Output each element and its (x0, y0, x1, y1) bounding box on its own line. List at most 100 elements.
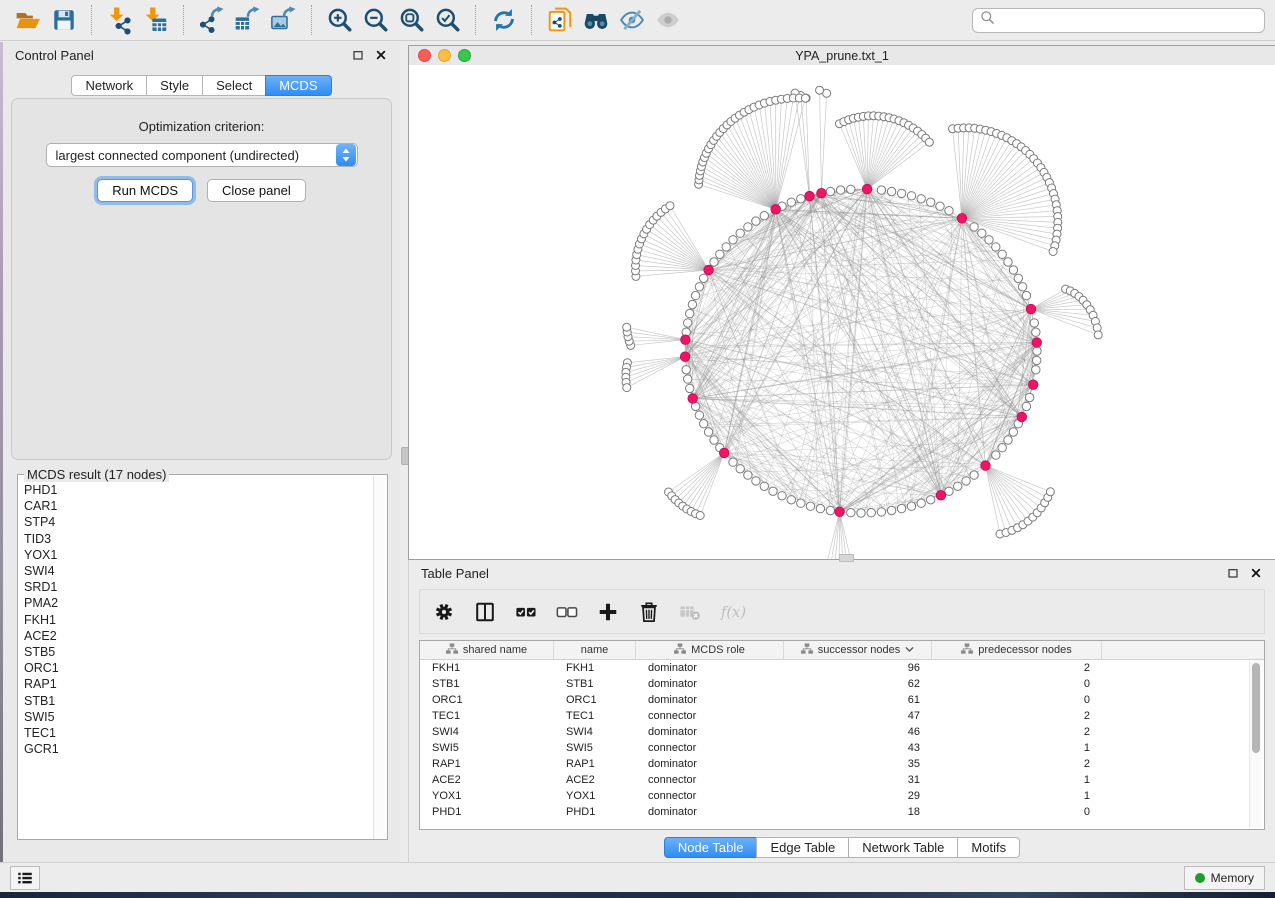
zoom-fit-icon[interactable] (394, 4, 430, 36)
import-network-icon[interactable] (102, 4, 138, 36)
mcds-result-item[interactable]: STP4 (24, 514, 368, 530)
network-window-title: YPA_prune.txt_1 (795, 49, 889, 63)
export-table-icon[interactable] (230, 4, 266, 36)
memory-button[interactable]: Memory (1184, 866, 1265, 890)
cell-predecessor-nodes: 2 (932, 662, 1102, 674)
mcds-result-item[interactable]: TID3 (24, 531, 368, 547)
cell-successor-nodes: 61 (784, 694, 932, 706)
table-row[interactable]: YOX1YOX1connector291 (420, 788, 1264, 804)
mcds-result-item[interactable]: ORC1 (24, 660, 368, 676)
save-icon[interactable] (46, 4, 82, 36)
tab-network-table[interactable]: Network Table (848, 837, 958, 858)
table-row[interactable]: RAP1RAP1dominator352 (420, 756, 1264, 772)
add-column-icon[interactable] (596, 600, 620, 624)
mcds-result-item[interactable]: SWI4 (24, 563, 368, 579)
search-input[interactable] (1000, 12, 1257, 29)
cell-successor-nodes: 31 (784, 774, 932, 786)
table-scrollbar-thumb[interactable] (1252, 663, 1260, 753)
network-canvas[interactable] (409, 65, 1275, 559)
mcds-result-item[interactable]: PHD1 (24, 482, 368, 498)
open-icon[interactable] (10, 4, 46, 36)
mcds-result-item[interactable]: STB1 (24, 693, 368, 709)
find-icon[interactable] (578, 4, 614, 36)
search-box[interactable] (972, 8, 1265, 33)
refresh-layout-icon[interactable] (486, 4, 522, 36)
zoom-in-icon[interactable] (322, 4, 358, 36)
table-row[interactable]: SWI5SWI5connector431 (420, 740, 1264, 756)
mcds-result-item[interactable]: SRD1 (24, 579, 368, 595)
cell-shared-name: SWI5 (420, 742, 554, 754)
node-table: shared namenameMCDS rolesuccessor nodesp… (419, 640, 1265, 830)
window-zoom-button[interactable] (458, 49, 471, 62)
table-row[interactable]: FKH1FKH1dominator962 (420, 660, 1264, 676)
settings-icon[interactable] (432, 600, 456, 624)
tab-motifs[interactable]: Motifs (957, 837, 1020, 858)
tab-select[interactable]: Select (202, 75, 266, 96)
zoom-selected-icon[interactable] (430, 4, 466, 36)
network-window: YPA_prune.txt_1 (408, 45, 1275, 560)
column-header-successor-nodes[interactable]: successor nodes (784, 641, 932, 659)
cell-successor-nodes: 29 (784, 790, 932, 802)
mcds-result-item[interactable]: TEC1 (24, 725, 368, 741)
table-row[interactable]: TEC1TEC1connector472 (420, 708, 1264, 724)
close-panel-button[interactable]: Close panel (207, 179, 306, 202)
column-header-predecessor-nodes[interactable]: predecessor nodes (932, 641, 1102, 659)
run-mcds-button[interactable]: Run MCDS (97, 179, 193, 202)
import-table-icon[interactable] (138, 4, 174, 36)
tab-mcds[interactable]: MCDS (265, 75, 331, 96)
mcds-result-item[interactable]: FKH1 (24, 612, 368, 628)
tab-edge-table[interactable]: Edge Table (756, 837, 849, 858)
optimization-select[interactable]: largest connected component (undirected) (46, 143, 358, 167)
window-minimize-button[interactable] (438, 49, 451, 62)
table-scrollbar[interactable] (1249, 661, 1262, 827)
cell-name: ACE2 (554, 774, 636, 786)
mcds-result-item[interactable]: SWI5 (24, 709, 368, 725)
deselect-all-icon[interactable] (555, 600, 579, 624)
float-panel-icon[interactable] (1226, 566, 1240, 580)
mcds-result-item[interactable]: STB5 (24, 644, 368, 660)
mcds-result-item[interactable]: PMA2 (24, 595, 368, 611)
table-row[interactable]: STB1STB1dominator620 (420, 676, 1264, 692)
vertical-splitter[interactable] (400, 42, 408, 862)
hide-panel-icon[interactable] (614, 4, 650, 36)
task-history-button[interactable] (10, 866, 40, 890)
table-row[interactable]: ACE2ACE2connector311 (420, 772, 1264, 788)
mcds-result-group: MCDS result (17 nodes) PHD1CAR1STP4TID3Y… (17, 467, 388, 840)
column-header-name[interactable]: name (554, 641, 636, 659)
export-network-icon[interactable] (194, 4, 230, 36)
table-row[interactable]: ORC1ORC1dominator610 (420, 692, 1264, 708)
mcds-result-item[interactable]: GCR1 (24, 741, 368, 757)
columns-icon[interactable] (473, 600, 497, 624)
table-row[interactable]: PHD1PHD1dominator180 (420, 804, 1264, 820)
zoom-out-icon[interactable] (358, 4, 394, 36)
select-all-icon[interactable] (514, 600, 538, 624)
delete-column-icon[interactable] (637, 600, 661, 624)
close-panel-icon[interactable] (374, 48, 388, 62)
mcds-result-item[interactable]: CAR1 (24, 498, 368, 514)
memory-status-icon (1195, 873, 1205, 883)
tab-style[interactable]: Style (146, 75, 203, 96)
optimization-label: Optimization criterion: (12, 119, 391, 134)
clone-network-icon[interactable] (542, 4, 578, 36)
control-panel-tabs: NetworkStyleSelectMCDS (3, 75, 400, 96)
cell-name: TEC1 (554, 710, 636, 722)
mcds-result-item[interactable]: RAP1 (24, 676, 368, 692)
column-header-shared-name[interactable]: shared name (420, 641, 554, 659)
network-graph[interactable] (409, 65, 1275, 559)
mcds-result-item[interactable]: YOX1 (24, 547, 368, 563)
cell-MCDS-role: connector (636, 742, 784, 754)
close-panel-icon[interactable] (1249, 566, 1263, 580)
mcds-result-item[interactable]: ACE2 (24, 628, 368, 644)
column-header-MCDS-role[interactable]: MCDS role (636, 641, 784, 659)
tab-network[interactable]: Network (71, 75, 147, 96)
tab-node-table[interactable]: Node Table (664, 837, 758, 858)
float-panel-icon[interactable] (351, 48, 365, 62)
result-list-scrollbar[interactable] (373, 476, 387, 839)
export-image-icon[interactable] (266, 4, 302, 36)
cell-MCDS-role: dominator (636, 726, 784, 738)
cell-MCDS-role: dominator (636, 806, 784, 818)
horizontal-splitter-handle[interactable] (839, 554, 854, 562)
show-panel-icon (650, 4, 686, 36)
table-row[interactable]: SWI4SWI4dominator462 (420, 724, 1264, 740)
window-close-button[interactable] (418, 49, 431, 62)
